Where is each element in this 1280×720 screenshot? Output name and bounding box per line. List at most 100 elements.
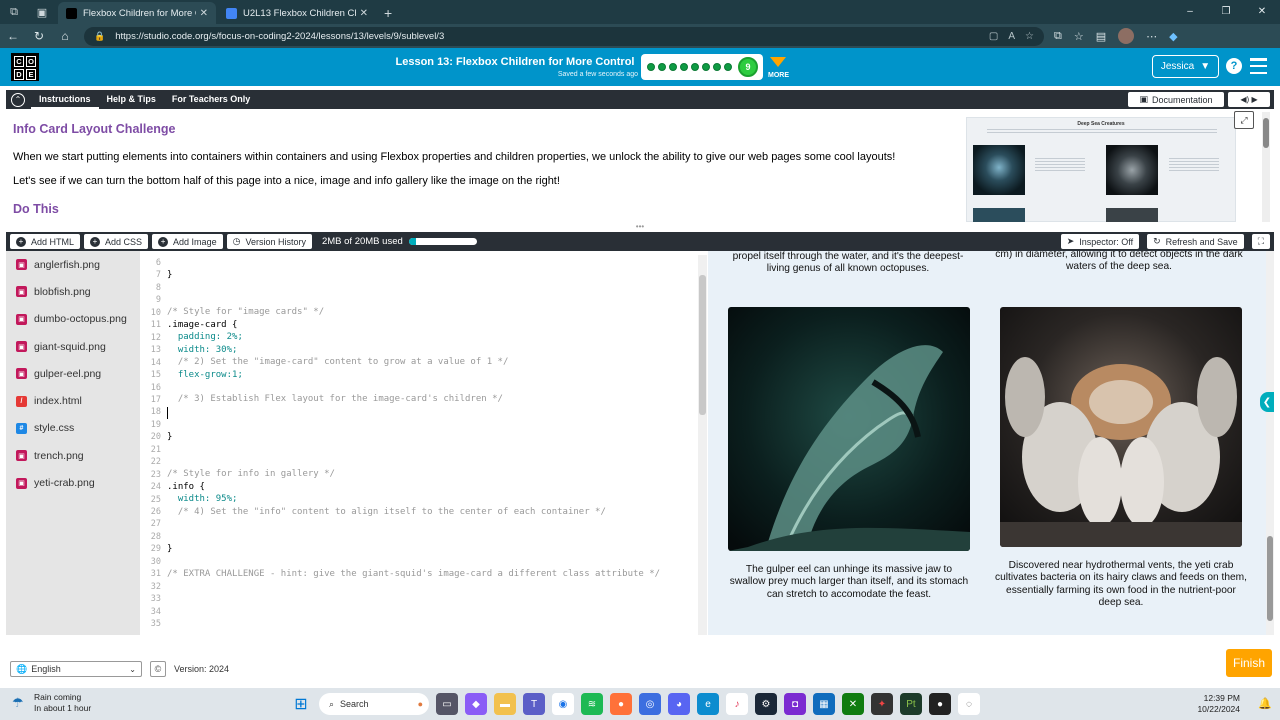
- discord-icon[interactable]: ◕: [668, 693, 690, 715]
- favorites-icon[interactable]: ☆: [1074, 30, 1084, 43]
- app-icon[interactable]: Pt: [900, 693, 922, 715]
- xbox-icon[interactable]: ✕: [842, 693, 864, 715]
- code-line[interactable]: }: [167, 432, 172, 442]
- code-editor[interactable]: 6 7 8 9 10 11 12 13 14 15 16 17 18 19 20 21 22 23 24 25 26 27…: [140, 251, 708, 635]
- code-line[interactable]: /* EXTRA CHALLENGE - hint: give the gian…: [167, 569, 660, 579]
- copyright-icon[interactable]: ©: [150, 661, 166, 677]
- steam-icon[interactable]: ⚙: [755, 693, 777, 715]
- hamburger-menu-icon[interactable]: [1250, 58, 1267, 74]
- level-dot[interactable]: [658, 63, 666, 71]
- help-icon[interactable]: ?: [1226, 58, 1242, 74]
- task-view-icon[interactable]: ▭: [436, 693, 458, 715]
- file-item[interactable]: ▣ giant-squid.png: [6, 333, 140, 360]
- refresh-save-button[interactable]: ↻ Refresh and Save: [1147, 234, 1244, 249]
- firefox-icon[interactable]: ●: [610, 693, 632, 715]
- music-icon[interactable]: ♪: [726, 693, 748, 715]
- system-clock[interactable]: 12:39 PM 10/22/2024: [1197, 693, 1240, 715]
- code-line[interactable]: }: [167, 544, 172, 554]
- level-dot[interactable]: [669, 63, 677, 71]
- example-gallery-image[interactable]: Deep Sea Creatures: [966, 117, 1236, 222]
- file-item[interactable]: ▣ trench.png: [6, 442, 140, 469]
- profile-avatar[interactable]: [1118, 28, 1135, 44]
- inspector-toggle-button[interactable]: ➤ Inspector: Off: [1060, 234, 1140, 249]
- edge-icon[interactable]: e: [697, 693, 719, 715]
- level-dot[interactable]: [702, 63, 710, 71]
- file-item[interactable]: ▣ anglerfish.png: [6, 251, 140, 278]
- language-select[interactable]: 🌐 English ⌄: [10, 661, 142, 677]
- app-icon[interactable]: ✦: [871, 693, 893, 715]
- add-css-button[interactable]: + Add CSS: [84, 234, 149, 249]
- url-input[interactable]: 🔒 https://studio.code.org/s/focus-on-cod…: [84, 26, 1044, 46]
- finish-button[interactable]: Finish: [1226, 649, 1272, 677]
- lesson-title[interactable]: Lesson 13: Flexbox Children for More Con…: [390, 56, 640, 68]
- editor-scrollbar[interactable]: [698, 255, 707, 635]
- code-line[interactable]: /* Style for "image cards" */: [167, 307, 324, 317]
- windows-start-icon[interactable]: ⊞: [290, 693, 312, 715]
- app-icon[interactable]: ◌: [958, 693, 980, 715]
- level-dot[interactable]: [647, 63, 655, 71]
- close-window-button[interactable]: ✕: [1244, 0, 1280, 24]
- copilot-icon[interactable]: ◆: [1169, 30, 1177, 43]
- code-line[interactable]: padding: 2%;: [167, 332, 243, 342]
- home-icon[interactable]: ⌂: [52, 29, 78, 43]
- notification-bell-icon[interactable]: 🔔: [1258, 697, 1272, 711]
- code-line[interactable]: /* 2) Set the "image-card" content to gr…: [167, 357, 509, 367]
- code-line[interactable]: width: 95%;: [167, 494, 238, 504]
- teams-icon[interactable]: T: [523, 693, 545, 715]
- close-tab-icon[interactable]: ✕: [200, 8, 208, 19]
- file-explorer-icon[interactable]: ▬: [494, 693, 516, 715]
- side-panel-toggle-icon[interactable]: ❮: [1260, 392, 1274, 412]
- resize-handle-icon[interactable]: •••: [633, 223, 647, 231]
- tab-for-teachers[interactable]: For Teachers Only: [164, 90, 258, 109]
- app-available-icon[interactable]: ▢: [989, 31, 998, 42]
- app-icon[interactable]: ◎: [639, 693, 661, 715]
- tab-actions-icon[interactable]: ⧉: [0, 0, 28, 24]
- code-line[interactable]: .info {: [167, 482, 205, 492]
- collapse-instructions-icon[interactable]: ⌃: [11, 92, 25, 107]
- codeorg-logo[interactable]: C O D E: [11, 53, 39, 81]
- app-icon[interactable]: ▦: [813, 693, 835, 715]
- expand-image-icon[interactable]: ⤢: [1234, 111, 1254, 129]
- read-aloud-icon[interactable]: A: [1008, 31, 1015, 42]
- more-levels-label[interactable]: MORE: [768, 72, 789, 79]
- play-icon[interactable]: ▶: [1251, 95, 1257, 104]
- copilot-app-icon[interactable]: ◆: [465, 693, 487, 715]
- back-arrow-icon[interactable]: ←: [0, 29, 26, 43]
- code-line[interactable]: /* Style for info in gallery */: [167, 469, 335, 479]
- more-options-icon[interactable]: ⋯: [1146, 30, 1157, 43]
- file-item[interactable]: ▣ yeti-crab.png: [6, 469, 140, 496]
- file-item[interactable]: # style.css: [6, 415, 140, 442]
- level-dot[interactable]: [724, 63, 732, 71]
- browser-tab-active[interactable]: Flexbox Children for More Contro ✕: [58, 2, 216, 24]
- add-html-button[interactable]: + Add HTML: [10, 234, 81, 249]
- browser-tab[interactable]: U2L13 Flexbox Children Cheat She ✕: [218, 2, 376, 24]
- level-dot[interactable]: [680, 63, 688, 71]
- favorite-star-icon[interactable]: ☆: [1025, 31, 1034, 42]
- fullscreen-button[interactable]: ⛶: [1251, 234, 1270, 249]
- webpage-preview[interactable]: propel itself through the water, and it'…: [708, 251, 1266, 635]
- text-to-speech-controls[interactable]: ◀) ▶: [1228, 92, 1270, 107]
- file-item[interactable]: / index.html: [6, 387, 140, 414]
- code-line[interactable]: .image-card {: [167, 320, 237, 330]
- code-line[interactable]: }: [167, 270, 172, 280]
- current-level-badge[interactable]: 9: [738, 57, 758, 77]
- refresh-icon[interactable]: ↻: [26, 29, 52, 43]
- new-tab-button[interactable]: +: [376, 2, 400, 24]
- user-menu-button[interactable]: Jessica ▼: [1152, 55, 1219, 78]
- close-tab-icon[interactable]: ✕: [360, 8, 368, 19]
- documentation-button[interactable]: ▣ Documentation: [1128, 92, 1224, 107]
- maximize-button[interactable]: ❐: [1208, 0, 1244, 24]
- file-item[interactable]: ▣ gulper-eel.png: [6, 360, 140, 387]
- file-item[interactable]: ▣ dumbo-octopus.png: [6, 306, 140, 333]
- code-line[interactable]: flex-grow:1;: [167, 370, 243, 380]
- level-dot[interactable]: [691, 63, 699, 71]
- tab-instructions[interactable]: Instructions: [31, 90, 99, 109]
- minimize-button[interactable]: –: [1172, 0, 1208, 24]
- app-icon[interactable]: ◘: [784, 693, 806, 715]
- app-icon[interactable]: ●: [929, 693, 951, 715]
- spotify-icon[interactable]: ≋: [581, 693, 603, 715]
- extensions-icon[interactable]: ⧉: [1054, 30, 1062, 43]
- add-image-button[interactable]: + Add Image: [152, 234, 223, 249]
- code-line[interactable]: /* 4) Set the "info" content to align it…: [167, 507, 606, 517]
- taskbar-search[interactable]: ⌕ Search ●: [319, 693, 429, 715]
